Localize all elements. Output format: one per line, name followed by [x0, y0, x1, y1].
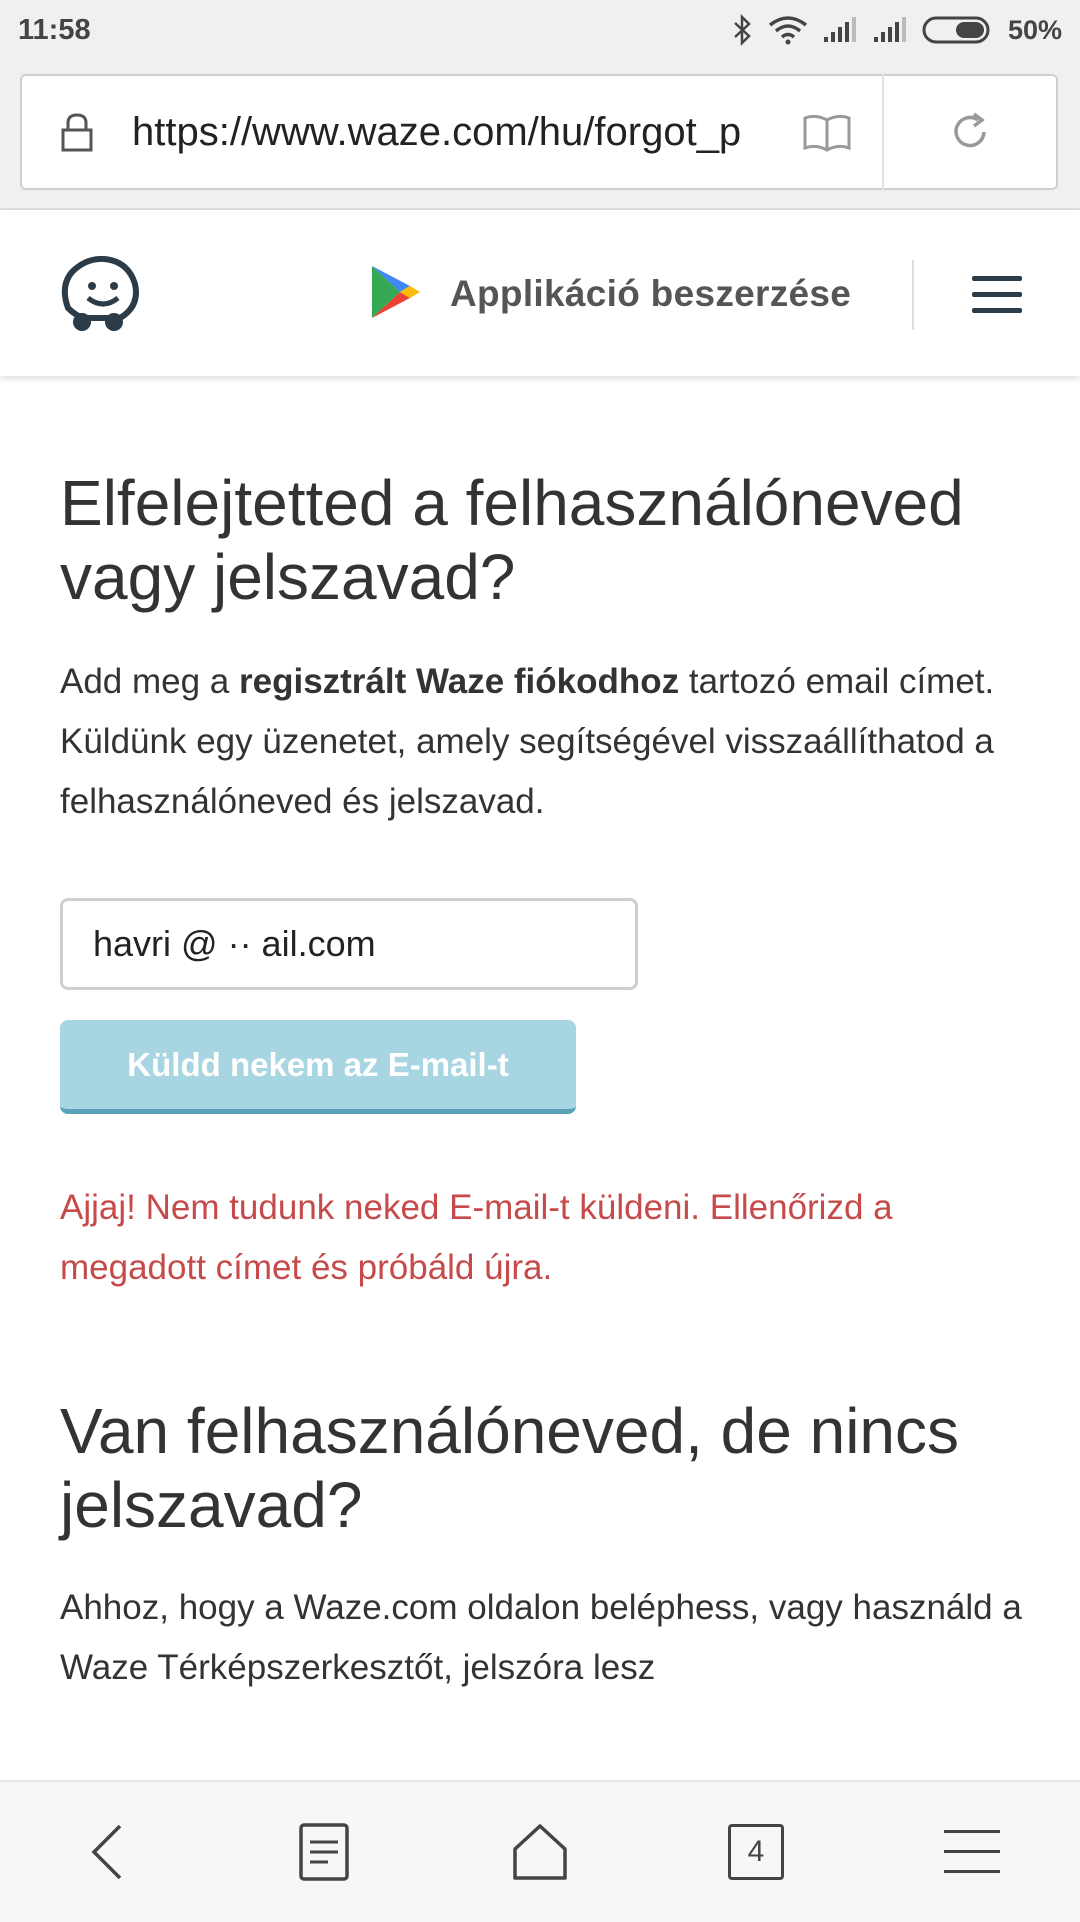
- browser-bottom-nav: 4: [0, 1780, 1080, 1922]
- get-app-label: Applikáció beszerzése: [450, 273, 852, 314]
- status-time: 11:58: [18, 13, 91, 46]
- tabs-button[interactable]: 4: [696, 1792, 816, 1912]
- lock-icon: [60, 112, 120, 152]
- send-email-button[interactable]: Küldd nekem az E-mail-t: [60, 1020, 576, 1114]
- battery-percent: 50%: [1007, 14, 1062, 45]
- waze-logo-icon[interactable]: [58, 255, 140, 339]
- error-message: Ajjaj! Nem tudunk neked E-mail-t küldeni…: [60, 1188, 893, 1287]
- battery-icon: [922, 15, 994, 45]
- header-divider: [912, 260, 914, 330]
- bluetooth-icon: [732, 14, 754, 46]
- section-text: Ahhoz, hogy a Waze.com oldalon beléphess…: [60, 1588, 1022, 1687]
- main-content: Elfelejtetted a felhasználóneved vagy je…: [60, 376, 1040, 1698]
- home-icon[interactable]: [480, 1792, 600, 1912]
- section-title: Van felhasználóneved, de nincs jelszavad…: [60, 1395, 959, 1541]
- intro-text-bold: regisztrált Waze fiókodhoz: [239, 662, 680, 701]
- google-play-icon: [370, 264, 422, 325]
- intro-text-start: Add meg a: [60, 662, 239, 701]
- browser-menu-icon[interactable]: [912, 1792, 1032, 1912]
- wifi-icon: [768, 15, 808, 45]
- signal-icon: [872, 17, 908, 43]
- get-app-link[interactable]: Applikáció beszerzése: [370, 262, 851, 326]
- address-bar[interactable]: https://www.waze.com/hu/forgot_p: [20, 74, 1058, 190]
- status-bar: 11:58 50%: [0, 0, 1080, 60]
- hamburger-menu-icon[interactable]: [972, 276, 1022, 319]
- reader-mode-icon[interactable]: [772, 112, 882, 152]
- email-input[interactable]: havri @ ·· ail.com: [60, 898, 638, 990]
- tabs-count: 4: [728, 1824, 784, 1880]
- signal-icon: [822, 17, 858, 43]
- status-icons: 50%: [732, 14, 1062, 46]
- reading-list-icon[interactable]: [264, 1792, 384, 1912]
- reload-icon[interactable]: [884, 110, 1056, 154]
- url-text[interactable]: https://www.waze.com/hu/forgot_p: [132, 110, 772, 155]
- browser-toolbar: https://www.waze.com/hu/forgot_p: [0, 60, 1080, 210]
- intro-text: Add meg a regisztrált Waze fiókodhoz tar…: [60, 652, 1040, 832]
- page-title: Elfelejtetted a felhasználóneved vagy je…: [60, 467, 964, 613]
- back-icon[interactable]: [48, 1792, 168, 1912]
- site-header: Applikáció beszerzése: [0, 210, 1080, 376]
